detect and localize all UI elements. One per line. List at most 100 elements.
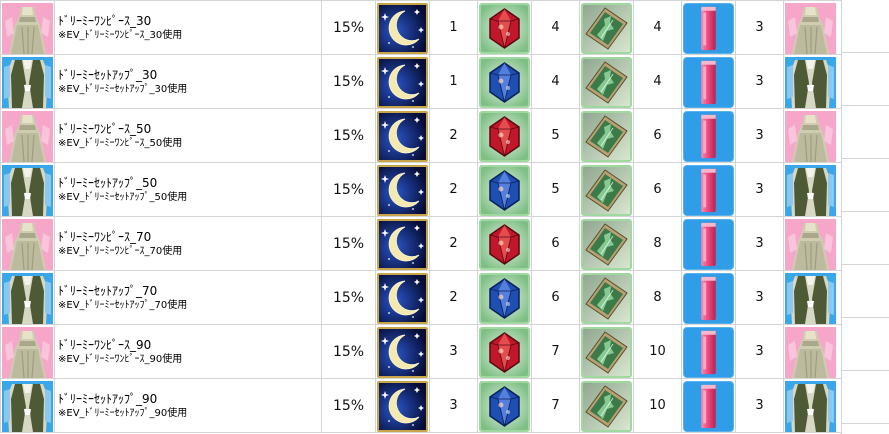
item-name: ﾄﾞﾘｰﾐｰｾｯﾄｱｯﾌﾟ_30 (58, 67, 158, 82)
gem-count: 4 (551, 74, 560, 89)
rate-cell: 15% (321, 216, 376, 271)
table-row[interactable]: ﾄﾞﾘｰﾐｰﾜﾝﾋﾟｰｽ_70 ※EV_ﾄﾞﾘｰﾐｰﾜﾝﾋﾟｰｽ_70使用 15… (0, 216, 842, 271)
result-outfit-cell (783, 162, 842, 217)
green-suit-icon (2, 56, 53, 108)
tube-count-cell: 3 (735, 162, 784, 217)
gem-count-cell: 6 (531, 216, 580, 271)
gem-count: 4 (551, 20, 560, 35)
crystal-gem-icon (479, 380, 530, 432)
result-outfit-cell (783, 270, 842, 325)
table-row[interactable]: ﾄﾞﾘｰﾐｰｾｯﾄｱｯﾌﾟ_90 ※EV_ﾄﾞﾘｰﾐｰｾｯﾄｱｯﾌﾟ_90使用 … (0, 378, 842, 433)
item-name-cell: ﾄﾞﾘｰﾐｰﾜﾝﾋﾟｰｽ_70 ※EV_ﾄﾞﾘｰﾐｰﾜﾝﾋﾟｰｽ_70使用 (54, 216, 322, 271)
moon-icon-cell (375, 270, 430, 325)
crystal-gem-icon (479, 164, 530, 216)
crescent-moon-icon (377, 326, 428, 378)
result-outfit-cell (783, 0, 842, 55)
moon-icon-cell (375, 324, 430, 379)
rate-cell: 15% (321, 0, 376, 55)
green-suit-icon (2, 164, 53, 216)
tube-count-cell: 3 (735, 54, 784, 109)
table-row[interactable]: ﾄﾞﾘｰﾐｰﾜﾝﾋﾟｰｽ_90 ※EV_ﾄﾞﾘｰﾐｰﾜﾝﾋﾟｰｽ_90使用 15… (0, 324, 842, 379)
rate-cell: 15% (321, 54, 376, 109)
moon-count-cell: 2 (429, 108, 478, 163)
pink-dress-icon (2, 2, 53, 54)
rate-value: 15% (332, 289, 365, 306)
item-name: ﾄﾞﾘｰﾐｰﾜﾝﾋﾟｰｽ_50 (58, 121, 152, 136)
green-suit-icon (785, 272, 836, 324)
item-note: ※EV_ﾄﾞﾘｰﾐｰｾｯﾄｱｯﾌﾟ_90使用 (58, 407, 188, 419)
tube-count: 3 (755, 74, 764, 89)
gem-icon-cell (477, 0, 532, 55)
pink-tube-icon (683, 110, 734, 162)
card-icon-cell (579, 162, 634, 217)
moon-count: 2 (449, 290, 458, 305)
gem-count: 7 (551, 398, 560, 413)
tube-count: 3 (755, 128, 764, 143)
green-card-icon (581, 110, 632, 162)
table-row[interactable]: ﾄﾞﾘｰﾐｰｾｯﾄｱｯﾌﾟ_70 ※EV_ﾄﾞﾘｰﾐｰｾｯﾄｱｯﾌﾟ_70使用 … (0, 270, 842, 325)
gem-icon-cell (477, 108, 532, 163)
rate-value: 15% (332, 235, 365, 252)
crescent-moon-icon (377, 56, 428, 108)
rate-cell: 15% (321, 162, 376, 217)
pink-tube-icon (683, 272, 734, 324)
card-count: 6 (653, 182, 662, 197)
card-count: 4 (653, 74, 662, 89)
item-note: ※EV_ﾄﾞﾘｰﾐｰﾜﾝﾋﾟｰｽ_30使用 (58, 29, 183, 41)
crescent-moon-icon (377, 2, 428, 54)
table-row[interactable]: ﾄﾞﾘｰﾐｰｾｯﾄｱｯﾌﾟ_50 ※EV_ﾄﾞﾘｰﾐｰｾｯﾄｱｯﾌﾟ_50使用 … (0, 162, 842, 217)
moon-count: 3 (449, 344, 458, 359)
pink-dress-icon (2, 110, 53, 162)
item-sheet: ﾄﾞﾘｰﾐｰﾜﾝﾋﾟｰｽ_30 ※EV_ﾄﾞﾘｰﾐｰﾜﾝﾋﾟｰｽ_30使用 15… (0, 0, 889, 434)
crescent-moon-icon (377, 164, 428, 216)
rate-cell: 15% (321, 324, 376, 379)
gem-icon-cell (477, 54, 532, 109)
outfit-cell (0, 216, 55, 271)
moon-icon-cell (375, 378, 430, 433)
table-row[interactable]: ﾄﾞﾘｰﾐｰﾜﾝﾋﾟｰｽ_30 ※EV_ﾄﾞﾘｰﾐｰﾜﾝﾋﾟｰｽ_30使用 15… (0, 0, 842, 55)
card-count-cell: 10 (633, 378, 682, 433)
outfit-cell (0, 162, 55, 217)
pink-dress-icon (785, 2, 836, 54)
tube-icon-cell (681, 108, 736, 163)
rate-cell: 15% (321, 378, 376, 433)
table-row[interactable]: ﾄﾞﾘｰﾐｰﾜﾝﾋﾟｰｽ_50 ※EV_ﾄﾞﾘｰﾐｰﾜﾝﾋﾟｰｽ_50使用 15… (0, 108, 842, 163)
moon-count-cell: 3 (429, 324, 478, 379)
item-name-cell: ﾄﾞﾘｰﾐｰﾜﾝﾋﾟｰｽ_30 ※EV_ﾄﾞﾘｰﾐｰﾜﾝﾋﾟｰｽ_30使用 (54, 0, 322, 55)
rate-value: 15% (332, 343, 365, 360)
pink-tube-icon (683, 2, 734, 54)
outfit-cell (0, 324, 55, 379)
rate-cell: 15% (321, 270, 376, 325)
crystal-gem-icon (479, 2, 530, 54)
tube-count: 3 (755, 236, 764, 251)
tube-icon-cell (681, 378, 736, 433)
gem-icon-cell (477, 378, 532, 433)
tube-icon-cell (681, 54, 736, 109)
card-count: 4 (653, 20, 662, 35)
green-card-icon (581, 326, 632, 378)
gem-count-cell: 4 (531, 54, 580, 109)
pink-dress-icon (2, 218, 53, 270)
crescent-moon-icon (377, 218, 428, 270)
card-count-cell: 4 (633, 0, 682, 55)
table-row[interactable]: ﾄﾞﾘｰﾐｰｾｯﾄｱｯﾌﾟ_30 ※EV_ﾄﾞﾘｰﾐｰｾｯﾄｱｯﾌﾟ_30使用 … (0, 54, 842, 109)
outfit-cell (0, 54, 55, 109)
item-note: ※EV_ﾄﾞﾘｰﾐｰｾｯﾄｱｯﾌﾟ_50使用 (58, 191, 188, 203)
gem-icon-cell (477, 270, 532, 325)
moon-count: 2 (449, 182, 458, 197)
crystal-gem-icon (479, 272, 530, 324)
card-icon-cell (579, 0, 634, 55)
crystal-gem-icon (479, 326, 530, 378)
pink-dress-icon (785, 218, 836, 270)
rate-cell: 15% (321, 108, 376, 163)
moon-icon-cell (375, 0, 430, 55)
green-card-icon (581, 2, 632, 54)
rate-value: 15% (332, 181, 365, 198)
result-outfit-cell (783, 324, 842, 379)
green-suit-icon (2, 272, 53, 324)
card-count-cell: 6 (633, 108, 682, 163)
item-name-cell: ﾄﾞﾘｰﾐｰﾜﾝﾋﾟｰｽ_50 ※EV_ﾄﾞﾘｰﾐｰﾜﾝﾋﾟｰｽ_50使用 (54, 108, 322, 163)
card-icon-cell (579, 108, 634, 163)
item-note: ※EV_ﾄﾞﾘｰﾐｰｾｯﾄｱｯﾌﾟ_70使用 (58, 299, 188, 311)
pink-tube-icon (683, 164, 734, 216)
